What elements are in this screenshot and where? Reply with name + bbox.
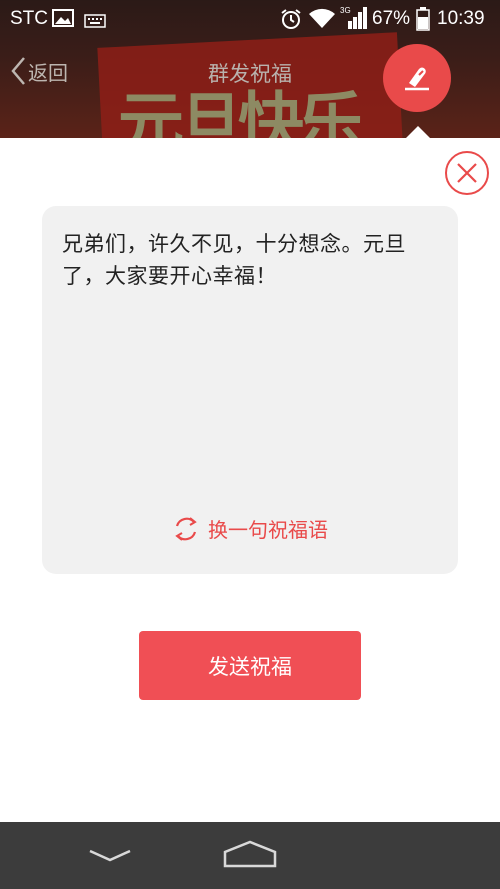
refresh-icon xyxy=(175,516,197,541)
close-button[interactable] xyxy=(444,150,490,196)
battery-icon xyxy=(416,7,430,36)
pen-icon xyxy=(405,67,429,91)
popover-pointer xyxy=(406,126,430,138)
close-icon xyxy=(445,151,489,195)
status-bar: STC 3G 67% 10:39 xyxy=(0,0,500,36)
navigation-bar xyxy=(0,822,500,889)
edit-button[interactable] xyxy=(383,44,451,112)
chevron-down-icon xyxy=(89,849,131,862)
home-icon xyxy=(223,840,277,868)
status-clock: 10:39 xyxy=(437,8,485,29)
nav-home-button[interactable] xyxy=(222,840,278,872)
change-blessing-label: 换一句祝福语 xyxy=(208,518,328,542)
carrier-label: STC xyxy=(10,8,48,29)
svg-text:3G: 3G xyxy=(340,6,351,15)
battery-percent: 67% xyxy=(372,8,411,29)
keyboard-icon xyxy=(84,11,106,33)
signal-3g-icon: 3G xyxy=(340,5,368,36)
send-blessing-button[interactable]: 发送祝福 xyxy=(139,631,361,700)
nav-back-button[interactable] xyxy=(88,848,132,867)
image-icon xyxy=(52,9,74,32)
blessing-message[interactable]: 兄弟们，许久不见，十分想念。元旦了，大家要开心幸福！ xyxy=(62,228,446,292)
change-blessing-button[interactable]: 换一句祝福语 xyxy=(42,514,458,543)
wifi-icon xyxy=(308,6,336,35)
alarm-icon xyxy=(280,8,302,35)
message-card: 兄弟们，许久不见，十分想念。元旦了，大家要开心幸福！ 换一句祝福语 xyxy=(42,206,458,574)
